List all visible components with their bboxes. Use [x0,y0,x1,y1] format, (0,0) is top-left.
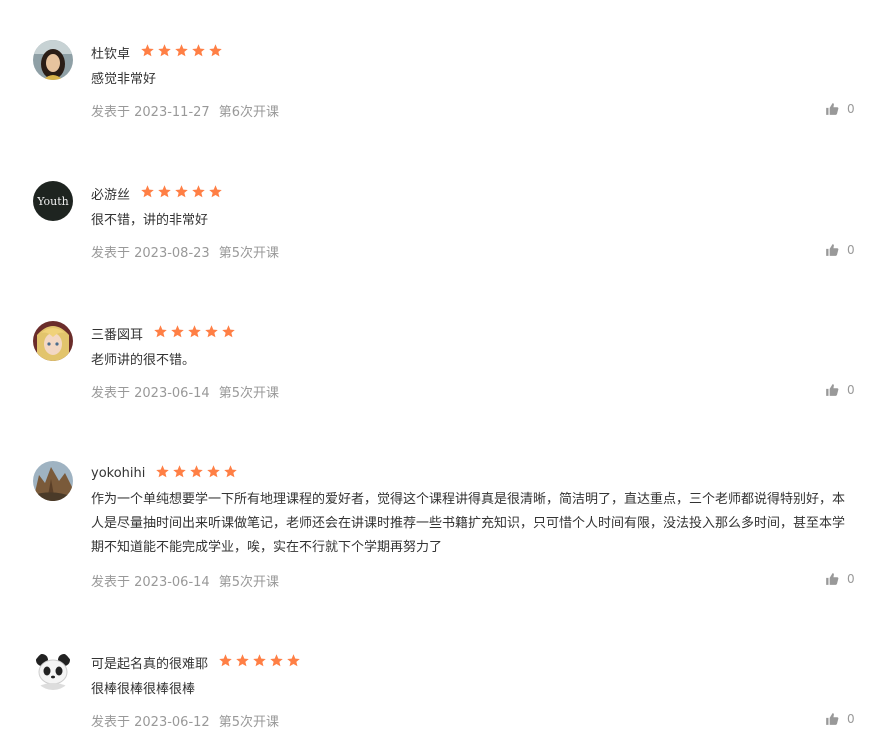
comment-header: 可是起名真的很难耶 [91,650,301,672]
username[interactable]: yokohihi [91,466,145,481]
comment-meta: 发表于 2023-06-12 第5次开课 [91,711,288,730]
comment-text: 很不错，讲的非常好 [91,213,209,228]
star-icon [222,324,235,337]
comment-text: 作为一个单纯想要学一下所有地理课程的爱好者，觉得这个课程讲得真是很清晰，简洁明了… [91,492,846,555]
course-session: 第5次开课 [218,575,279,590]
star-icon [207,464,221,477]
star-icon [171,324,184,337]
star-icon [173,464,187,477]
username[interactable]: 可是起名真的很难耶 [91,653,208,672]
anime-portrait-avatar-icon [33,321,73,361]
like-button[interactable]: 0 [825,383,855,397]
rating-stars [218,653,301,668]
star-icon [219,653,232,666]
thumbs-up-icon [826,573,839,585]
course-session: 第5次开课 [218,246,279,261]
avatar-text: Youth [36,195,69,208]
star-icon [209,184,222,197]
like-count: 0 [847,712,855,726]
user-avatar[interactable] [33,40,73,80]
comment-header: 三番図耳 [91,321,236,343]
like-button[interactable]: 0 [825,102,855,116]
post-date: 发表于 2023-11-27 [91,105,210,120]
post-date: 发表于 2023-06-12 [91,715,210,730]
comment-meta: 发表于 2023-08-23 第5次开课 [91,242,288,261]
course-session: 第5次开课 [218,715,279,730]
rating-stars [153,324,236,339]
star-icon [175,43,188,56]
thumbs-up-icon [826,103,839,115]
username[interactable]: 三番図耳 [91,324,143,343]
star-icon [188,324,201,337]
thumbs-up-icon [826,713,839,725]
star-icon [209,43,222,56]
star-icon [141,184,154,197]
star-icon [287,653,300,666]
post-date: 发表于 2023-08-23 [91,246,210,261]
star-icon [141,43,154,56]
course-session: 第5次开课 [218,386,279,401]
star-icon [175,184,188,197]
username[interactable]: 必游丝 [91,184,130,203]
post-date: 发表于 2023-06-14 [91,575,210,590]
rating-stars [140,43,223,58]
portrait-avatar-icon [33,40,73,80]
youth-text-avatar-icon: Youth [33,181,73,221]
like-count: 0 [847,243,855,257]
user-avatar[interactable] [33,461,73,501]
star-icon [205,324,218,337]
username[interactable]: 杜钦卓 [91,43,130,62]
comment-meta: 发表于 2023-06-14 第5次开课 [91,571,288,590]
star-icon [158,184,171,197]
post-date: 发表于 2023-06-14 [91,386,210,401]
star-icon [236,653,249,666]
like-count: 0 [847,572,855,586]
thumbs-up-icon [826,384,839,396]
star-icon [192,184,205,197]
comment-header: 杜钦卓 [91,40,223,62]
comment-text: 老师讲的很不错。 [91,353,196,368]
star-icon [190,464,204,477]
course-session: 第6次开课 [218,105,279,120]
rating-stars [140,184,223,199]
comment-text: 感觉非常好 [91,72,157,87]
star-icon [154,324,167,337]
star-icon [156,464,170,477]
like-button[interactable]: 0 [825,572,855,586]
like-count: 0 [847,102,855,116]
comment-meta: 发表于 2023-11-27 第6次开课 [91,101,288,120]
star-icon [224,464,238,477]
user-avatar[interactable] [33,650,73,690]
star-icon [270,653,283,666]
user-avatar[interactable]: Youth [33,181,73,221]
like-button[interactable]: 0 [825,243,855,257]
rating-stars [155,464,238,479]
like-button[interactable]: 0 [825,712,855,726]
landscape-avatar-icon [33,461,73,501]
thumbs-up-icon [826,244,839,256]
star-icon [158,43,171,56]
like-count: 0 [847,383,855,397]
comment-text: 很棒很棒很棒很棒 [91,682,196,697]
panda-avatar-icon [33,650,73,690]
star-icon [192,43,205,56]
comment-header: 必游丝 [91,181,223,203]
comment-meta: 发表于 2023-06-14 第5次开课 [91,382,288,401]
star-icon [253,653,266,666]
user-avatar[interactable] [33,321,73,361]
comment-header: yokohihi [91,461,238,481]
